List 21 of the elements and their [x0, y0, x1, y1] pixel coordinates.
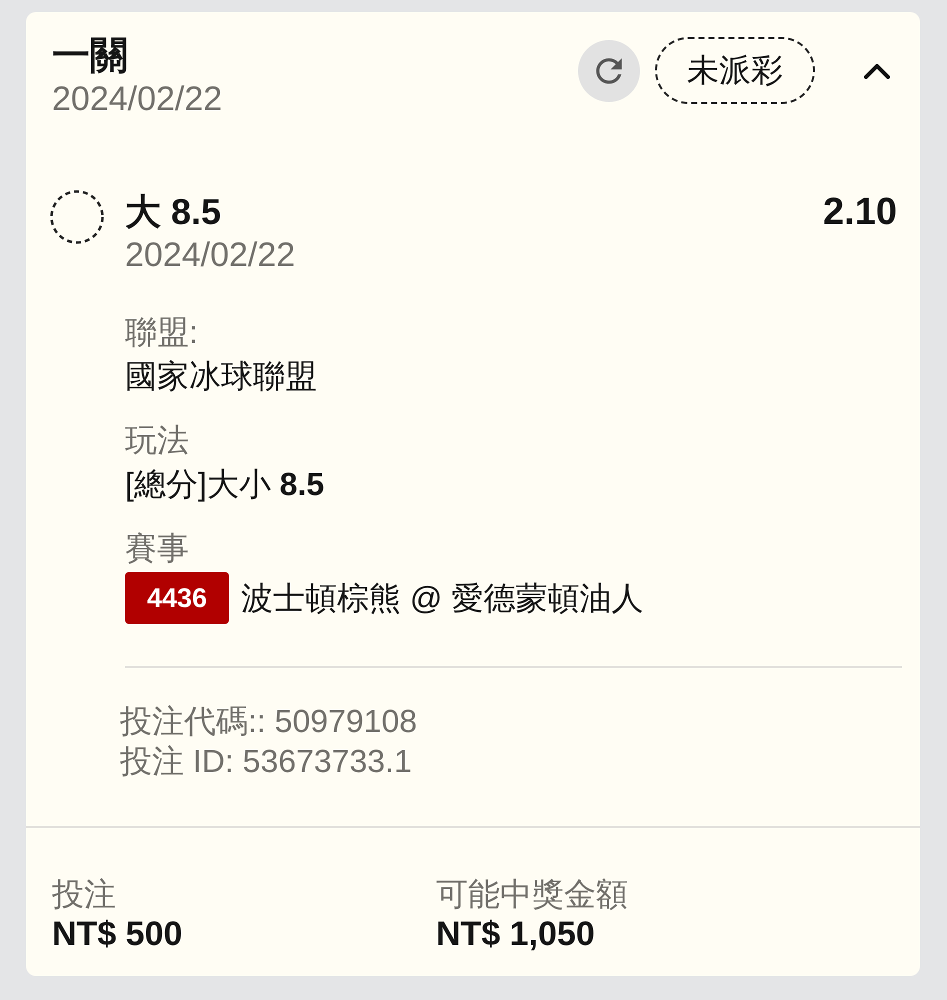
bet-type-title: 一關 — [52, 34, 129, 78]
odds-value: 2.10 — [823, 190, 897, 234]
amount-label: 可能中獎金額 — [436, 875, 629, 914]
detail-value: 國家冰球聯盟 — [125, 357, 318, 396]
match-name: 波士頓棕熊 @ 愛德蒙頓油人 — [241, 579, 644, 618]
detail-label: 聯盟: — [125, 313, 199, 352]
bet-reference: 投注代碼:: 50979108 — [120, 702, 418, 741]
amount-value: NT$ 1,050 — [436, 915, 596, 953]
event-code-tag: 4436 — [125, 572, 229, 624]
bet-reference: 投注 ID: 53673733.1 — [120, 742, 413, 781]
detail-label: 玩法 — [125, 421, 190, 460]
selection-pick: 大 8.5 — [125, 190, 222, 234]
refresh-icon[interactable] — [578, 40, 640, 102]
chevron-up-icon[interactable] — [864, 62, 890, 78]
detail-label: 賽事 — [125, 529, 190, 568]
selection-date: 2024/02/22 — [125, 235, 296, 276]
detail-value: [總分]大小 8.5 — [125, 465, 326, 504]
bet-date: 2024/02/22 — [52, 79, 222, 120]
status-tag: 未派彩 — [655, 37, 815, 104]
amount-value: NT$ 500 — [52, 915, 184, 953]
amount-label: 投注 — [52, 875, 117, 914]
